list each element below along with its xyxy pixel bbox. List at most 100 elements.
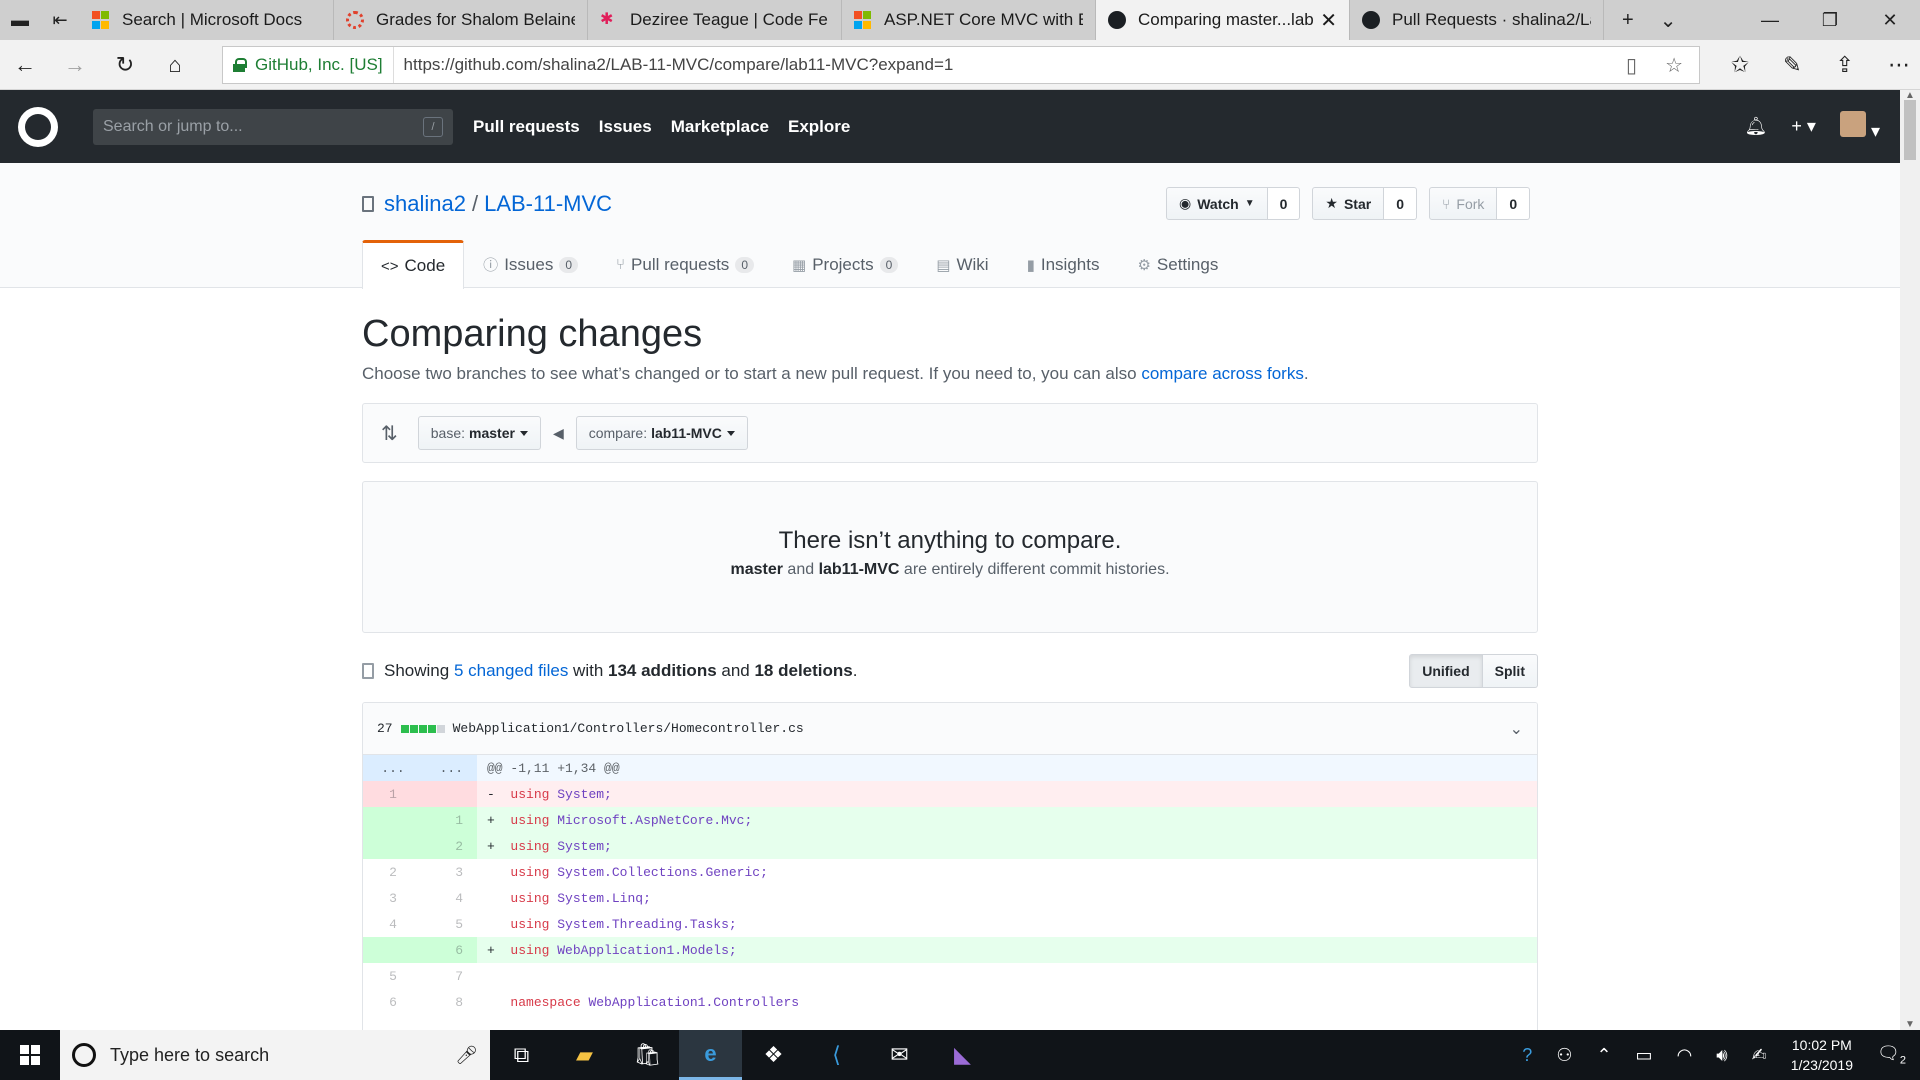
people-icon[interactable]: ⚇: [1556, 1045, 1572, 1066]
minimize-icon[interactable]: —: [1740, 0, 1800, 40]
clock[interactable]: 10:02 PM 1/23/2019: [1791, 1035, 1853, 1075]
old-line-number[interactable]: 5: [363, 963, 423, 989]
close-tab-icon[interactable]: ✕: [1320, 8, 1337, 33]
notification-icon[interactable]: 🗨︎2: [1877, 1043, 1906, 1067]
new-line-number[interactable]: 1: [423, 807, 477, 833]
tab-insights[interactable]: ▮ Insights: [1008, 240, 1119, 288]
wifi-icon[interactable]: ◠: [1677, 1045, 1693, 1066]
repo-name-link[interactable]: LAB-11-MVC: [484, 191, 612, 217]
mail-icon[interactable]: ✉: [868, 1030, 931, 1080]
page-scrollbar[interactable]: ▲ ▼: [1900, 90, 1920, 1030]
new-line-number[interactable]: 7: [423, 963, 477, 989]
scroll-down-icon[interactable]: ▼: [1900, 1019, 1920, 1030]
new-line-number[interactable]: [423, 781, 477, 807]
star-count[interactable]: 0: [1384, 187, 1417, 220]
nav-explore[interactable]: Explore: [788, 117, 850, 137]
refresh-icon[interactable]: ↻: [100, 52, 150, 78]
old-line-number[interactable]: [363, 833, 423, 859]
volume-icon[interactable]: 🔊︎: [1716, 1045, 1727, 1066]
old-line-number[interactable]: 6: [363, 989, 423, 1015]
site-identity[interactable]: GitHub, Inc. [US]: [223, 47, 394, 83]
user-menu[interactable]: ▾: [1839, 111, 1880, 142]
old-line-number[interactable]: 3: [363, 885, 423, 911]
old-line-number[interactable]: [363, 807, 423, 833]
tab-list-chevron-icon[interactable]: ⌄: [1660, 8, 1677, 33]
visual-studio-icon[interactable]: ◣: [931, 1030, 994, 1080]
watch-button[interactable]: ◉ Watch ▼: [1166, 187, 1268, 220]
favorites-icon[interactable]: ✩: [1731, 52, 1749, 78]
new-line-number[interactable]: 3: [423, 859, 477, 885]
unified-button[interactable]: Unified: [1409, 654, 1483, 688]
nav-issues[interactable]: Issues: [599, 117, 652, 137]
tab-settings[interactable]: ⚙ Settings: [1118, 240, 1237, 288]
changed-files-link[interactable]: 5 changed files: [454, 661, 568, 681]
expand-up-icon[interactable]: ...: [363, 755, 423, 781]
chevron-down-icon[interactable]: ⌄: [1510, 719, 1523, 739]
base-branch-select[interactable]: base: master: [417, 416, 541, 450]
new-line-number[interactable]: 4: [423, 885, 477, 911]
share-icon[interactable]: ⇪: [1836, 52, 1854, 78]
tab-code[interactable]: <> Code: [362, 240, 465, 289]
task-view-icon[interactable]: ⧉: [490, 1030, 553, 1080]
file-explorer-icon[interactable]: ▰: [553, 1030, 616, 1080]
tab-wiki[interactable]: ▤ Wiki: [917, 240, 1007, 288]
nav-marketplace[interactable]: Marketplace: [671, 117, 769, 137]
fork-button[interactable]: ⑂ Fork: [1429, 187, 1498, 220]
new-line-number[interactable]: 5: [423, 911, 477, 937]
browser-tab[interactable]: ✱ Deziree Teague | Code Fello: [588, 0, 842, 40]
tab-issues[interactable]: ⓘ Issues 0: [464, 240, 597, 288]
reading-view-icon[interactable]: ▯: [1626, 53, 1637, 78]
battery-icon[interactable]: ▭: [1636, 1045, 1653, 1066]
browser-tab-active[interactable]: Comparing master...lab ✕: [1096, 0, 1350, 40]
create-new-icon[interactable]: + ▾: [1791, 116, 1816, 137]
new-tab-icon[interactable]: +: [1622, 9, 1634, 32]
fork-count[interactable]: 0: [1497, 187, 1531, 220]
repo-owner-link[interactable]: shalina2: [384, 191, 466, 217]
pen-icon[interactable]: ✎: [1783, 52, 1801, 78]
browser-tab[interactable]: Search | Microsoft Docs: [80, 0, 334, 40]
help-icon[interactable]: ?: [1522, 1045, 1532, 1066]
github-logo-icon[interactable]: [18, 106, 58, 147]
more-icon[interactable]: ⋯: [1888, 52, 1910, 78]
dropbox-icon[interactable]: ❖: [742, 1030, 805, 1080]
old-line-number[interactable]: 1: [363, 781, 423, 807]
search-input[interactable]: Search or jump to... /: [93, 108, 453, 145]
expand-down-icon[interactable]: ...: [423, 755, 477, 781]
vscode-icon[interactable]: ⟨: [805, 1030, 868, 1080]
pen-workspace-icon[interactable]: ✍: [1752, 1045, 1767, 1066]
browser-tab[interactable]: Grades for Shalom Belaineh: [334, 0, 588, 40]
old-line-number[interactable]: [363, 937, 423, 963]
tab-pull-requests[interactable]: ⑂ Pull requests 0: [597, 240, 773, 288]
star-button[interactable]: ★ Star: [1312, 187, 1385, 220]
favorite-star-icon[interactable]: ☆: [1665, 53, 1683, 78]
taskbar-search-input[interactable]: Type here to search 🎤︎: [60, 1030, 490, 1080]
compare-across-forks-link[interactable]: compare across forks: [1141, 364, 1304, 383]
old-line-number[interactable]: 4: [363, 911, 423, 937]
new-line-number[interactable]: 2: [423, 833, 477, 859]
close-window-icon[interactable]: ✕: [1860, 0, 1920, 40]
start-button[interactable]: [0, 1030, 60, 1080]
old-line-number[interactable]: 2: [363, 859, 423, 885]
forward-icon[interactable]: →: [50, 52, 100, 78]
new-line-number[interactable]: 6: [423, 937, 477, 963]
microphone-icon[interactable]: 🎤︎: [455, 1045, 478, 1066]
nav-pull-requests[interactable]: Pull requests: [473, 117, 580, 137]
tab-projects[interactable]: ▦ Projects 0: [773, 240, 917, 288]
home-icon[interactable]: ⌂: [150, 52, 200, 78]
browser-tab[interactable]: Pull Requests · shalina2/Lab: [1350, 0, 1604, 40]
compare-branch-select[interactable]: compare: lab11-MVC: [575, 416, 748, 450]
bell-icon[interactable]: 🔔︎: [1745, 116, 1768, 137]
scrollbar-thumb[interactable]: [1904, 100, 1916, 160]
store-icon[interactable]: 🛍︎: [616, 1030, 679, 1080]
tabs-aside-icon[interactable]: ▬: [0, 0, 40, 40]
back-icon[interactable]: ←: [0, 52, 50, 78]
edge-icon[interactable]: e: [679, 1030, 742, 1080]
show-hidden-icons-chevron-icon[interactable]: ⌃: [1596, 1045, 1611, 1066]
compare-arrows-icon[interactable]: ⇅: [381, 421, 398, 446]
restore-icon[interactable]: ❐: [1800, 0, 1860, 40]
file-path[interactable]: WebApplication1/Controllers/Homecontroll…: [453, 721, 804, 736]
split-button[interactable]: Split: [1482, 654, 1538, 688]
new-line-number[interactable]: 8: [423, 989, 477, 1015]
url-text[interactable]: https://github.com/shalina2/LAB-11-MVC/c…: [394, 55, 954, 75]
browser-tab[interactable]: ASP.NET Core MVC with EF: [842, 0, 1096, 40]
